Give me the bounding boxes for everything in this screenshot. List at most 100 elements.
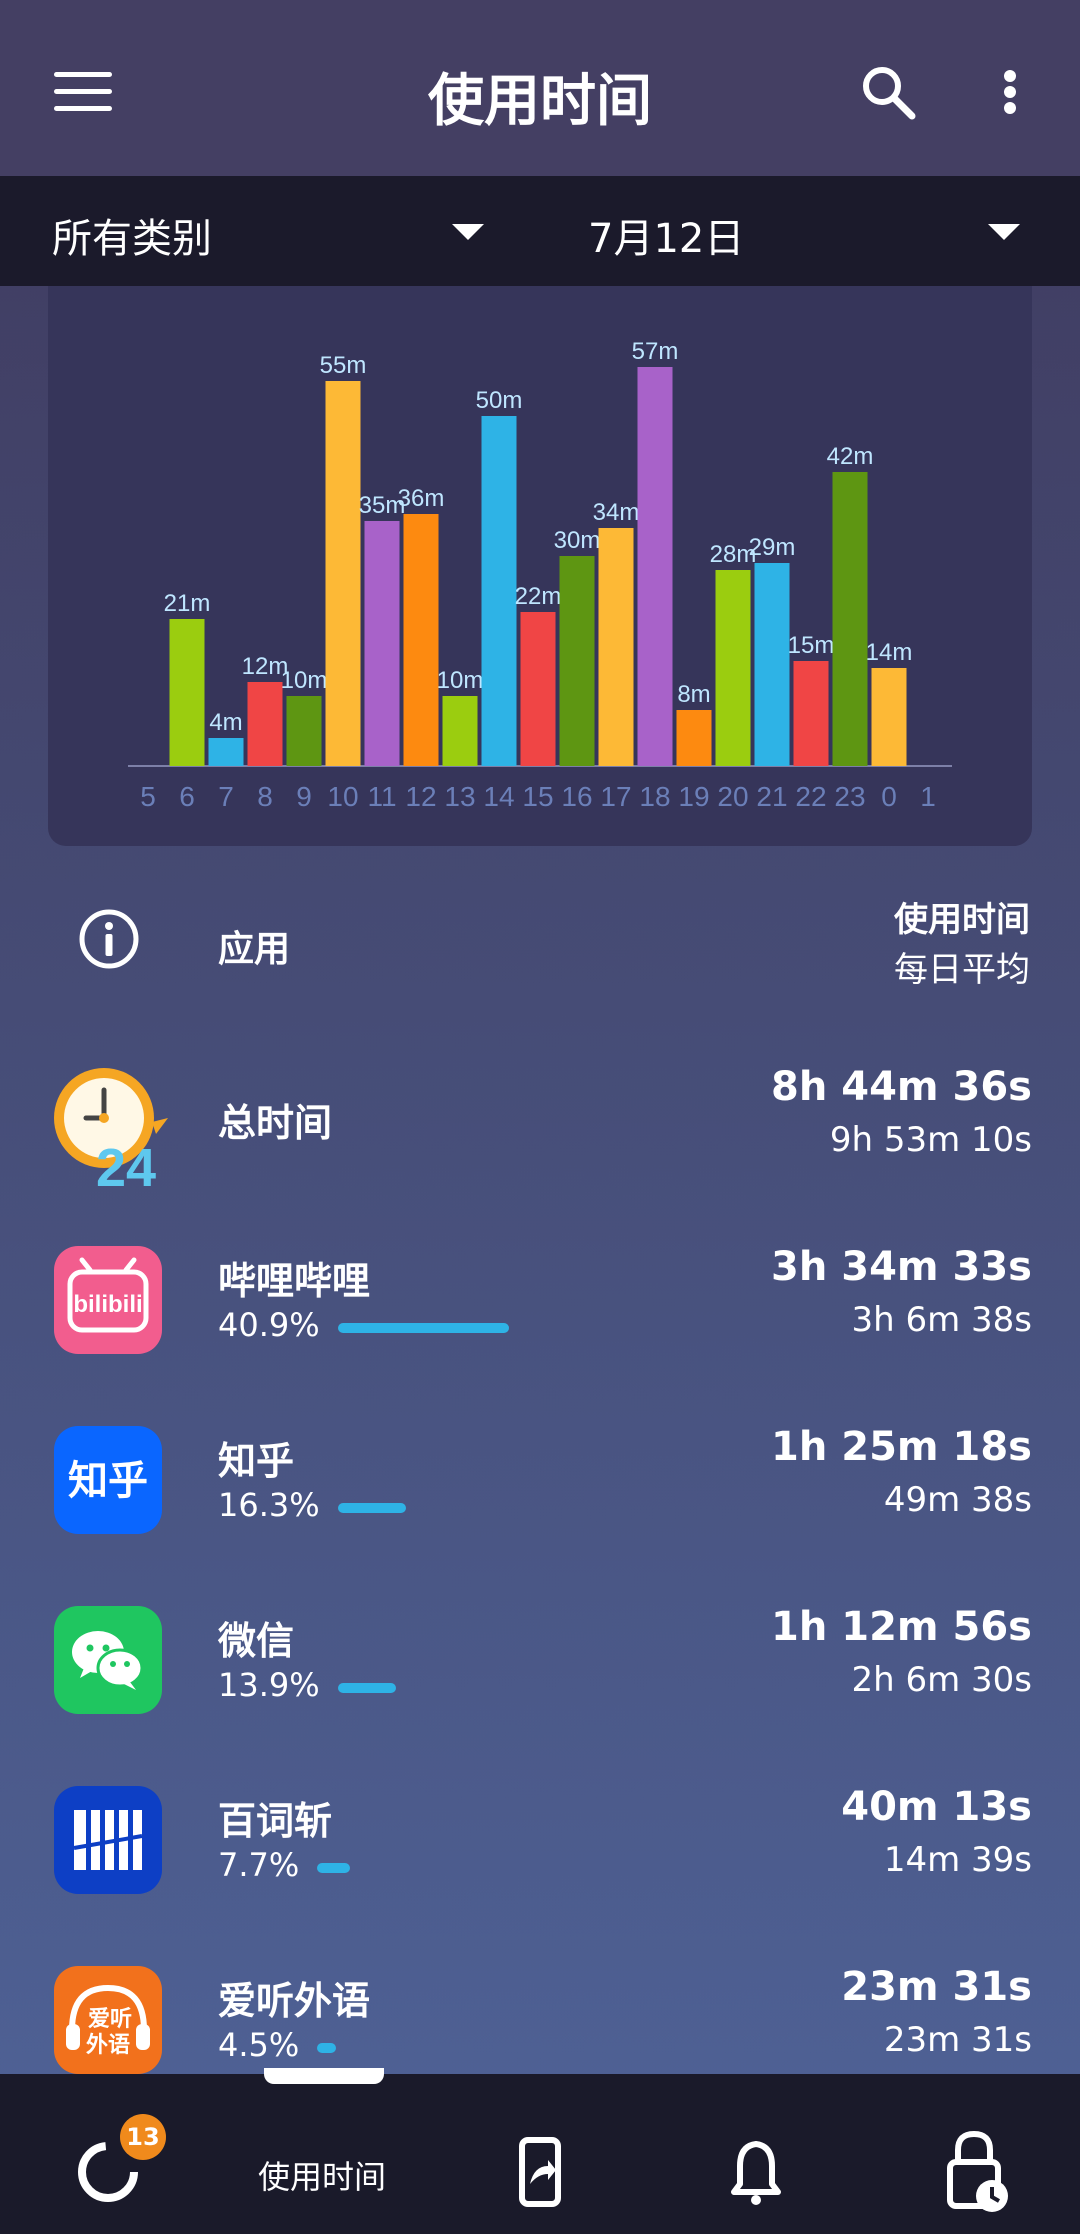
x-tick-label: 0	[881, 781, 897, 812]
category-chevron-down-icon[interactable]	[452, 224, 484, 240]
app-share-percent: 40.9%	[218, 1306, 320, 1344]
x-tick-label: 19	[678, 781, 709, 812]
data-label-hour-6: 21m	[164, 590, 211, 617]
bar-hour-18[interactable]	[637, 367, 673, 766]
app-share-bar	[337, 1503, 407, 1513]
data-label-hour-13: 10m	[437, 667, 484, 694]
list-item-zhihu[interactable]: 知乎 知乎 16.3% 1h 25m 18s 49m 38s	[0, 1400, 1080, 1570]
x-tick-label: 11	[367, 781, 396, 812]
data-label-hour-14: 50m	[476, 387, 523, 414]
total-time-row[interactable]: 24 总时间 8h 44m 36s 9h 53m 10s	[0, 1040, 1080, 1210]
app-daily-avg: 3h 6m 38s	[851, 1300, 1032, 1340]
app-usage-time: 1h 25m 18s	[771, 1424, 1032, 1470]
bar-hour-17[interactable]	[598, 528, 634, 766]
column-app-label: 应用	[218, 929, 291, 970]
column-avg-label: 每日平均	[894, 950, 1030, 990]
app-share-bar	[337, 1323, 510, 1333]
tab-usage-time[interactable]: 使用时间	[258, 2152, 386, 2198]
x-tick-label: 22	[795, 781, 826, 812]
list-item-wechat[interactable]: 微信 13.9% 1h 12m 56s 2h 6m 30s	[0, 1580, 1080, 1750]
bar-hour-8[interactable]	[247, 682, 283, 766]
data-label-hour-12: 36m	[398, 485, 445, 512]
bell-icon[interactable]	[726, 2074, 786, 2234]
data-label-hour-17: 34m	[593, 499, 640, 526]
hourly-usage-chart[interactable]: 521m64m712m810m955m1035m1136m1210m1350m1…	[0, 286, 1080, 846]
info-icon[interactable]	[78, 908, 140, 974]
bar-hour-23[interactable]	[832, 472, 868, 766]
list-item-bilibili[interactable]: bilibili 哔哩哔哩 40.9% 3h 34m 33s 3h 6m 38s	[0, 1220, 1080, 1390]
app-name: 百词斩	[218, 1799, 333, 1843]
x-tick-label: 1	[920, 781, 936, 812]
bar-hour-15[interactable]	[520, 612, 556, 766]
bar-hour-11[interactable]	[364, 521, 400, 766]
app-daily-avg: 2h 6m 30s	[851, 1660, 1032, 1700]
data-label-hour-7: 4m	[209, 709, 242, 736]
app-usage-time: 3h 34m 33s	[771, 1244, 1032, 1290]
bar-hour-10[interactable]	[325, 381, 361, 766]
bar-hour-22[interactable]	[793, 661, 829, 766]
app-usage-time: 1h 12m 56s	[771, 1604, 1032, 1650]
total-time-value: 8h 44m 36s	[771, 1064, 1032, 1110]
date-chevron-down-icon[interactable]	[988, 224, 1020, 240]
x-tick-label: 23	[834, 781, 865, 812]
bar-hour-7[interactable]	[208, 738, 244, 766]
app-usage-time: 23m 31s	[841, 1964, 1032, 2010]
baicizhan-icon	[54, 1786, 162, 1894]
svg-text:bilibili: bilibili	[73, 1291, 142, 1318]
date-dropdown[interactable]: 7月12日	[588, 206, 744, 264]
bar-hour-13[interactable]	[442, 696, 478, 766]
bar-hour-9[interactable]	[286, 696, 322, 766]
app-daily-avg: 23m 31s	[883, 2020, 1032, 2060]
total-avg-value: 9h 53m 10s	[829, 1120, 1032, 1160]
x-tick-label: 14	[483, 781, 514, 812]
bar-hour-6[interactable]	[169, 619, 205, 766]
wechat-icon	[54, 1606, 162, 1714]
x-tick-label: 7	[218, 781, 234, 812]
zhihu-icon: 知乎	[54, 1426, 162, 1534]
x-tick-label: 21	[756, 781, 787, 812]
bar-hour-12[interactable]	[403, 514, 439, 766]
app-share-percent: 13.9%	[218, 1666, 320, 1704]
svg-text:24: 24	[96, 1138, 156, 1188]
bar-hour-19[interactable]	[676, 710, 712, 766]
lock-clock-icon[interactable]	[942, 2074, 1012, 2234]
app-name: 哔哩哔哩	[218, 1259, 371, 1303]
svg-text:外语: 外语	[86, 2032, 130, 2058]
bar-hour-21[interactable]	[754, 563, 790, 766]
data-label-hour-19: 8m	[677, 681, 710, 708]
column-time-label[interactable]: 使用时间	[894, 892, 1030, 941]
x-tick-label: 6	[179, 781, 195, 812]
active-tab-indicator	[264, 2068, 384, 2084]
page-title: 使用时间	[428, 69, 652, 134]
top-app-bar: 使用时间	[0, 0, 1080, 176]
filter-bar: 所有类别 7月12日	[0, 176, 1080, 286]
x-tick-label: 10	[327, 781, 358, 812]
app-share-percent: 16.3%	[218, 1486, 320, 1524]
notification-badge: 13	[120, 2114, 166, 2160]
bilibili-icon: bilibili	[54, 1246, 162, 1354]
x-tick-label: 8	[257, 781, 273, 812]
data-label-hour-23: 42m	[827, 443, 874, 470]
phone-share-icon[interactable]	[510, 2074, 570, 2234]
bar-hour-0[interactable]	[871, 668, 907, 766]
search-icon[interactable]	[858, 62, 918, 122]
app-usage-time: 40m 13s	[841, 1784, 1032, 1830]
x-tick-label: 13	[444, 781, 475, 812]
bar-hour-16[interactable]	[559, 556, 595, 766]
data-label-hour-10: 55m	[320, 352, 367, 379]
x-tick-label: 12	[405, 781, 436, 812]
data-label-hour-18: 57m	[632, 338, 679, 365]
bar-hour-14[interactable]	[481, 416, 517, 766]
category-dropdown[interactable]: 所有类别	[52, 206, 212, 264]
list-item-baicizhan[interactable]: 百词斩 7.7% 40m 13s 14m 39s	[0, 1760, 1080, 1930]
data-label-hour-15: 22m	[515, 583, 562, 610]
svg-text:爱听: 爱听	[88, 2007, 132, 2032]
data-label-hour-0: 14m	[866, 639, 913, 666]
app-daily-avg: 49m 38s	[883, 1480, 1032, 1520]
total-time-label: 总时间	[218, 1101, 333, 1145]
x-tick-label: 18	[639, 781, 670, 812]
app-daily-avg: 14m 39s	[883, 1840, 1032, 1880]
bar-hour-20[interactable]	[715, 570, 751, 766]
more-options-icon[interactable]	[996, 64, 1032, 120]
app-share-percent: 7.7%	[218, 1846, 300, 1884]
